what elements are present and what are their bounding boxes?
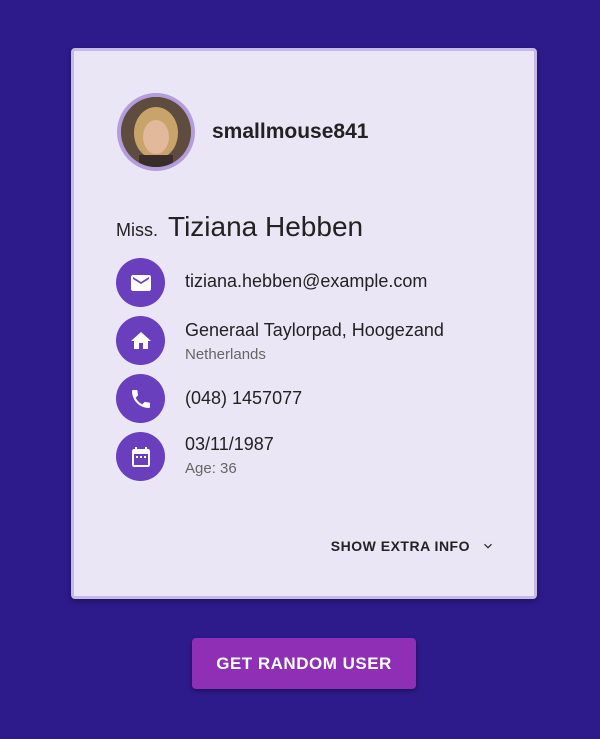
user-photo-image bbox=[121, 97, 191, 167]
name-row: Miss. Tiziana Hebben bbox=[116, 211, 363, 243]
address-country: Netherlands bbox=[185, 346, 266, 363]
address-street: Generaal Taylorpad, Hoogezand bbox=[185, 320, 444, 340]
phone-row: (048) 1457077 bbox=[116, 374, 302, 423]
age-value: Age: 36 bbox=[185, 460, 237, 477]
email-value: tiziana.hebben@example.com bbox=[185, 271, 428, 291]
address-row: Generaal Taylorpad, Hoogezand Netherland… bbox=[116, 316, 444, 365]
phone-value: (048) 1457077 bbox=[185, 388, 303, 408]
username: smallmouse841 bbox=[212, 120, 369, 143]
user-card: smallmouse841 Miss. Tiziana Hebben tizia… bbox=[71, 48, 537, 599]
email-row: tiziana.hebben@example.com bbox=[116, 258, 427, 307]
show-extra-info-button[interactable]: SHOW EXTRA INFO bbox=[331, 538, 496, 554]
chevron-down-icon bbox=[484, 543, 492, 549]
calendar-icon bbox=[116, 432, 165, 481]
show-extra-info-label: SHOW EXTRA INFO bbox=[330, 538, 470, 554]
birthday-row: 03/11/1987 Age: 36 bbox=[116, 432, 274, 481]
phone-icon bbox=[116, 374, 165, 423]
avatar bbox=[117, 93, 195, 171]
full-name: Tiziana Hebben bbox=[168, 211, 364, 242]
birth-date: 03/11/1987 bbox=[185, 434, 274, 454]
name-title: Miss. bbox=[116, 220, 158, 240]
home-icon bbox=[116, 316, 165, 365]
get-random-user-button[interactable]: GET RANDOM USER bbox=[192, 638, 416, 689]
email-icon bbox=[116, 258, 165, 307]
user-photo bbox=[121, 97, 191, 167]
